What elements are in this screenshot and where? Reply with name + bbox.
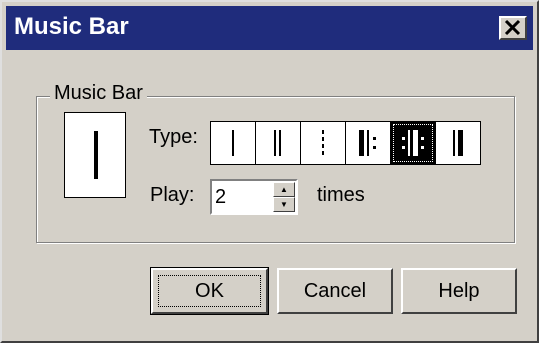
groupbox-label: Music Bar [50, 82, 147, 105]
preview-barline-icon [94, 131, 98, 179]
barline-type-selector [210, 121, 481, 165]
close-x-icon [504, 19, 521, 36]
cancel-button-label: Cancel [303, 280, 367, 302]
play-label: Play: [150, 184, 195, 206]
type-single-barline-button[interactable] [210, 121, 256, 165]
play-count-input[interactable] [215, 183, 265, 211]
close-button[interactable] [499, 16, 527, 40]
final-barline-icon [453, 130, 463, 156]
double-barline-icon [274, 130, 281, 156]
barline-preview [64, 112, 126, 198]
arrow-up-icon: ▲ [280, 185, 288, 194]
help-button[interactable]: Help [401, 268, 517, 314]
spin-up-button[interactable]: ▲ [273, 182, 295, 197]
ok-button[interactable]: OK [150, 267, 269, 315]
arrow-down-icon: ▼ [280, 200, 288, 209]
type-dashed-barline-button[interactable] [300, 121, 346, 165]
title-bar: Music Bar [6, 6, 533, 50]
play-count-spinner: ▲ ▼ [210, 179, 298, 215]
type-double-barline-button[interactable] [255, 121, 301, 165]
type-label: Type: [149, 126, 198, 148]
times-label: times [317, 184, 365, 206]
repeat-both-barline-icon [402, 130, 424, 156]
single-barline-icon [232, 130, 234, 156]
music-bar-dialog: Music Bar Music Bar Type: Play: 2 ▲ ▼ ti… [0, 0, 539, 343]
type-final-barline-button[interactable] [435, 121, 481, 165]
help-button-label: Help [438, 280, 480, 302]
type-repeat-start-button[interactable] [345, 121, 391, 165]
cancel-button[interactable]: Cancel [277, 268, 393, 314]
type-repeat-both-button[interactable] [390, 121, 436, 165]
spin-down-button[interactable]: ▼ [273, 197, 295, 212]
focus-rectangle [158, 275, 261, 307]
dashed-barline-icon [322, 130, 324, 156]
repeat-start-barline-icon [359, 130, 376, 156]
window-title: Music Bar [14, 13, 129, 40]
